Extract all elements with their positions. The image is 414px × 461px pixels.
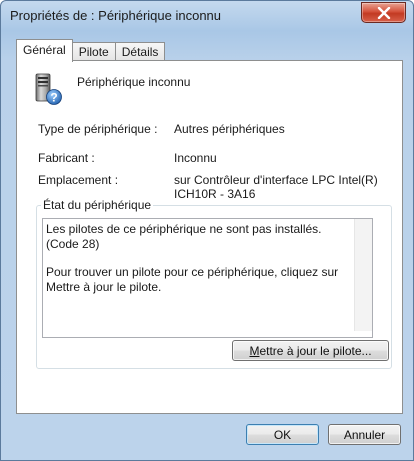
close-button[interactable] bbox=[361, 2, 406, 23]
device-name: Périphérique inconnu bbox=[77, 75, 191, 89]
manufacturer-label: Fabricant : bbox=[38, 151, 95, 165]
device-type-label: Type de périphérique : bbox=[38, 122, 158, 136]
update-driver-label: ettre à jour le pilote... bbox=[259, 344, 372, 358]
location-value: sur Contrôleur d'interface LPC Intel(R) … bbox=[174, 173, 378, 201]
window-title: Propriétés de : Périphérique inconnu bbox=[10, 8, 222, 23]
location-label: Emplacement : bbox=[38, 173, 119, 187]
svg-text:?: ? bbox=[50, 91, 57, 105]
tab-strip: Général Pilote Détails bbox=[16, 39, 166, 62]
status-scrollbar[interactable] bbox=[354, 219, 372, 331]
unknown-device-icon: ? bbox=[35, 73, 62, 105]
cancel-button[interactable]: Annuler bbox=[328, 424, 401, 445]
device-status-group: État du périphérique Les pilotes de ce p… bbox=[36, 198, 392, 369]
status-line-error: Les pilotes de ce périphérique ne sont p… bbox=[46, 222, 322, 251]
device-type-value: Autres périphériques bbox=[174, 122, 285, 136]
title-bar[interactable]: Propriétés de : Périphérique inconnu bbox=[1, 1, 413, 31]
device-status-legend: État du périphérique bbox=[41, 198, 154, 212]
tab-driver[interactable]: Pilote bbox=[71, 42, 116, 62]
update-driver-accelerator: M bbox=[249, 344, 260, 358]
tab-details[interactable]: Détails bbox=[114, 42, 166, 62]
tab-general[interactable]: Général bbox=[16, 39, 73, 62]
general-panel: ? Périphérique inconnu Type de périphéri… bbox=[16, 60, 403, 414]
status-line-hint: Pour trouver un pilote pour ce périphéri… bbox=[46, 265, 339, 294]
close-icon bbox=[377, 6, 390, 19]
update-driver-button[interactable]: Mettre à jour le pilote... bbox=[232, 340, 389, 361]
ok-button[interactable]: OK bbox=[246, 424, 319, 445]
manufacturer-value: Inconnu bbox=[174, 151, 217, 165]
device-status-text[interactable]: Les pilotes de ce périphérique ne sont p… bbox=[42, 218, 373, 338]
properties-dialog: Propriétés de : Périphérique inconnu Gén… bbox=[0, 0, 414, 461]
